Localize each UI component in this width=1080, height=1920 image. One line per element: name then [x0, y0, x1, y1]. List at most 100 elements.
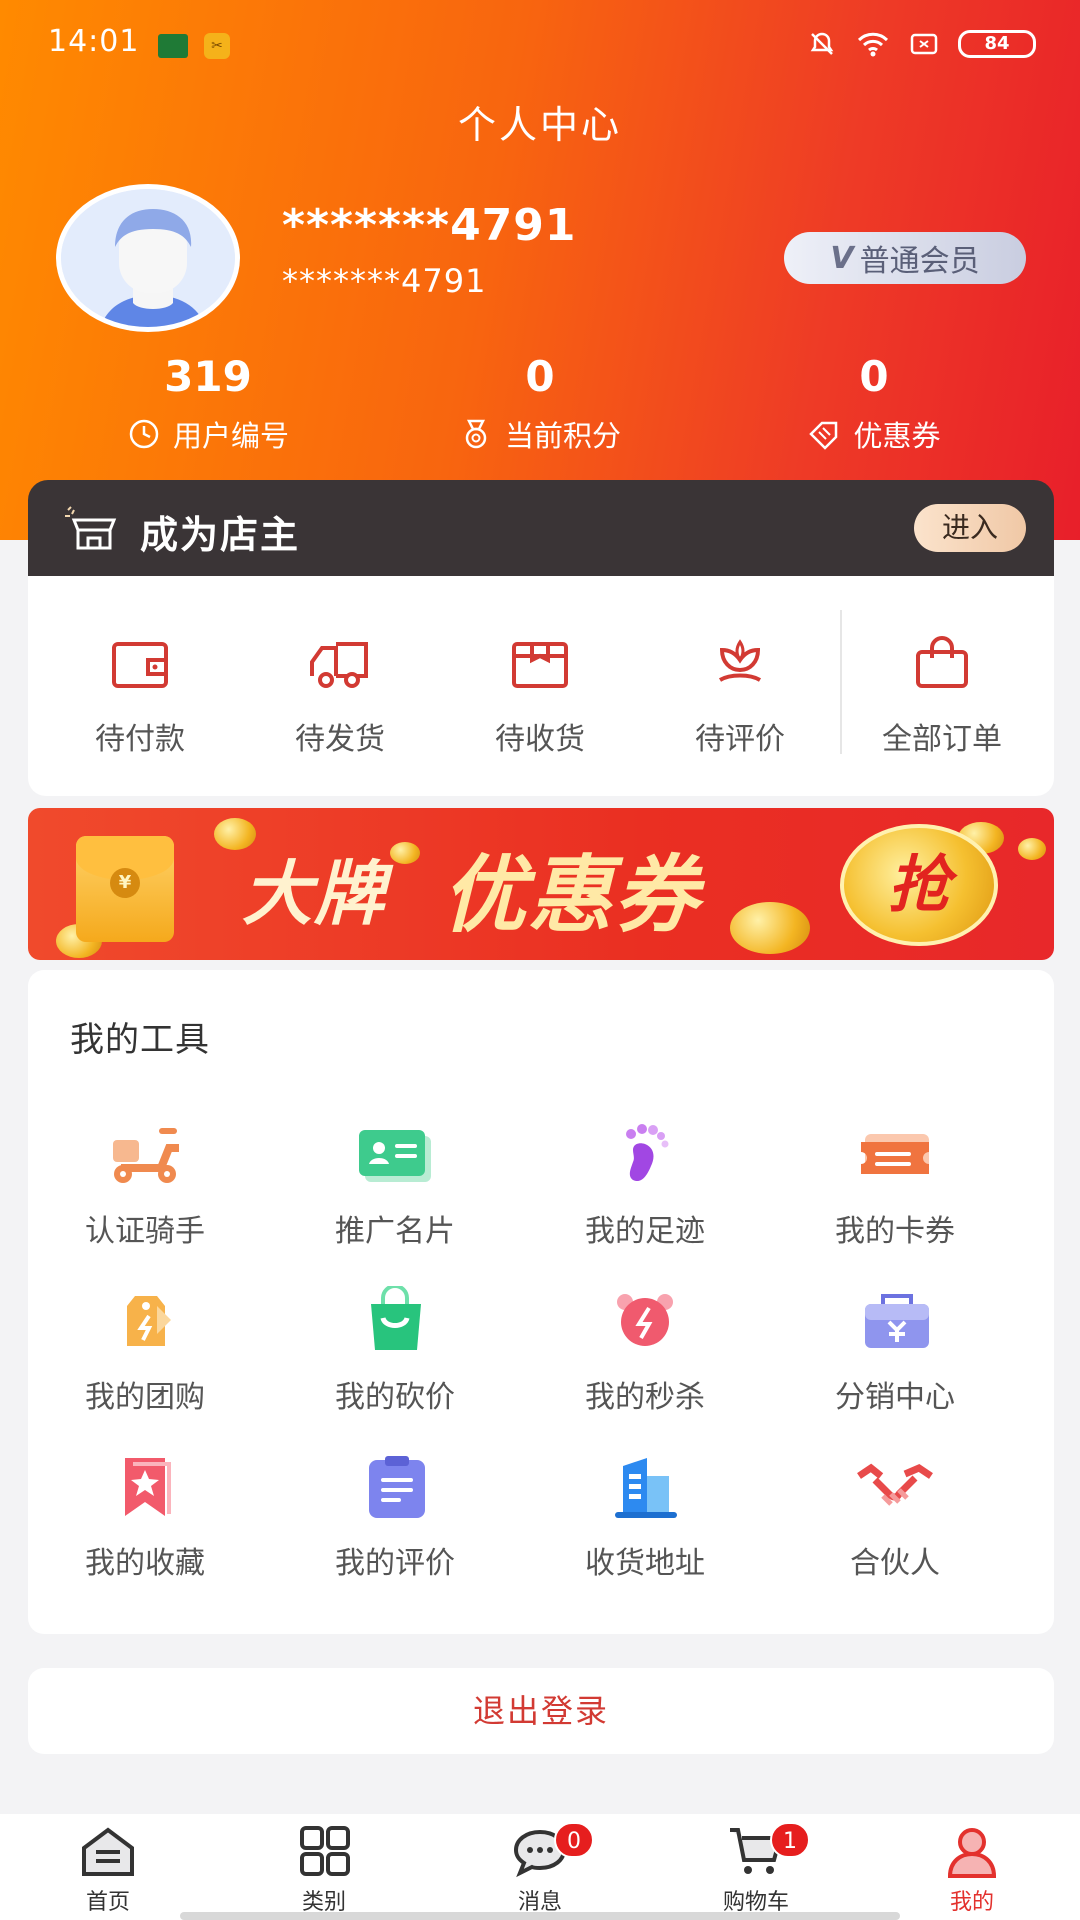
tool-distribution[interactable]: 分销中心: [780, 1286, 1010, 1416]
orders-panel: 待付款 待发货 待收货 待评价 全部订单: [28, 576, 1054, 796]
tool-footprint[interactable]: 我的足迹: [530, 1120, 760, 1250]
clipboard-icon: [369, 1456, 425, 1518]
order-pending-receipt[interactable]: 待收货: [440, 636, 640, 758]
order-all[interactable]: 全部订单: [842, 636, 1042, 758]
tool-flash-sale[interactable]: 我的秒杀: [530, 1286, 760, 1416]
bottom-tab-bar: 首页 类别 0 消息 1 购物车 我的: [0, 1814, 1080, 1920]
order-pending-payment[interactable]: 待付款: [40, 636, 240, 758]
tool-label: 我的卡券: [835, 1214, 955, 1249]
tab-label: 我的: [949, 1890, 994, 1915]
shop-icon: [65, 506, 117, 550]
id-card-icon: [359, 1130, 431, 1182]
red-envelope-icon: ¥: [76, 836, 174, 942]
stat-coupons[interactable]: 0 优惠券: [734, 352, 1014, 455]
flower-icon: [718, 639, 762, 682]
stat-label: 优惠券: [853, 419, 941, 453]
message-count-badge: 0: [554, 1822, 594, 1858]
home-icon: [82, 1827, 134, 1876]
cart-count-badge: 1: [770, 1822, 810, 1858]
user-phone: *******4791: [282, 262, 487, 300]
stat-user-id[interactable]: 319 用户编号: [68, 352, 348, 455]
order-label: 待收货: [495, 722, 585, 757]
tab-messages[interactable]: 0 消息: [460, 1822, 620, 1916]
tool-partner[interactable]: 合伙人: [780, 1452, 1010, 1582]
building-icon: [615, 1458, 677, 1518]
banner-text-brand: 大牌: [242, 853, 386, 935]
enter-shop-button[interactable]: 进入: [914, 504, 1026, 552]
username: *******4791: [282, 200, 577, 251]
order-label: 待发货: [295, 722, 385, 757]
my-tools-panel: 我的工具 认证骑手 推广名片 我的足迹 我的卡券 我的团购 我的砍价 我的秒杀 …: [28, 970, 1054, 1634]
battery-indicator: 84: [958, 30, 1036, 58]
tool-label: 我的秒杀: [585, 1380, 705, 1415]
page-title: 个人中心: [457, 103, 622, 147]
tool-label: 我的团购: [85, 1380, 205, 1415]
medal-icon: [465, 419, 487, 449]
stat-value: 0: [859, 352, 889, 401]
tool-my-reviews[interactable]: 我的评价: [280, 1452, 510, 1582]
order-label: 待付款: [95, 722, 185, 757]
coupon-banner[interactable]: ¥ 大牌 优惠券 抢: [28, 808, 1054, 960]
coupon-icon: [809, 421, 838, 450]
stat-points[interactable]: 0 当前积分: [400, 352, 680, 455]
tool-label: 认证骑手: [85, 1214, 205, 1249]
package-icon: [512, 642, 568, 688]
banner-text-coupon: 优惠券: [442, 846, 701, 944]
app-notification-icon: [158, 34, 188, 58]
grab-coupon-button[interactable]: 抢: [840, 824, 998, 946]
scooter-icon: [113, 1128, 179, 1183]
tool-group-buy[interactable]: 我的团购: [30, 1286, 260, 1416]
alarm-clock-icon: [617, 1294, 673, 1346]
grid-icon: [300, 1826, 350, 1876]
tool-certified-rider[interactable]: 认证骑手: [30, 1120, 260, 1250]
tool-label: 分销中心: [835, 1380, 955, 1415]
member-level-badge[interactable]: V 普通会员: [784, 232, 1026, 284]
coin-icon: [390, 842, 420, 864]
tab-label: 首页: [85, 1890, 130, 1915]
member-level-label: 普通会员: [859, 244, 980, 279]
stat-value: 0: [525, 352, 555, 401]
tool-label: 我的评价: [335, 1546, 455, 1581]
tool-shipping-address[interactable]: 收货地址: [530, 1452, 760, 1582]
mute-bell-icon: [810, 32, 834, 55]
tool-favorites[interactable]: 我的收藏: [30, 1452, 260, 1582]
ticket-icon: [861, 1134, 929, 1174]
status-time: 14:01: [48, 24, 140, 59]
tool-label: 推广名片: [335, 1214, 455, 1249]
shopping-bag-icon: [371, 1284, 421, 1350]
tool-bargain[interactable]: 我的砍价: [280, 1284, 510, 1416]
handshake-icon: [857, 1463, 933, 1506]
tab-mine[interactable]: 我的: [892, 1826, 1052, 1916]
status-bar: 14:01 ✂ 84: [0, 0, 1080, 92]
tools-title: 我的工具: [70, 1020, 210, 1060]
tab-category[interactable]: 类别: [244, 1826, 404, 1916]
stat-value: 319: [164, 352, 252, 401]
coin-icon: [1018, 838, 1046, 860]
become-shop-owner-bar[interactable]: 成为店主 进入: [28, 480, 1054, 580]
wallet-icon: [112, 642, 168, 688]
tool-label: 我的收藏: [85, 1546, 205, 1581]
shopping-bag-icon: [916, 636, 968, 688]
tool-label: 我的足迹: [585, 1214, 705, 1249]
clock-icon: [129, 419, 159, 449]
avatar[interactable]: [56, 184, 240, 332]
order-label: 待评价: [695, 722, 785, 757]
tool-label: 我的砍价: [335, 1380, 455, 1415]
stat-label: 当前积分: [504, 419, 621, 453]
stat-label: 用户编号: [172, 419, 289, 453]
tool-label: 合伙人: [850, 1546, 940, 1581]
order-pending-review[interactable]: 待评价: [640, 636, 840, 758]
vip-icon: V: [830, 240, 854, 276]
logout-button[interactable]: 退出登录: [28, 1668, 1054, 1754]
home-indicator: [180, 1912, 900, 1920]
tool-label: 收货地址: [585, 1546, 705, 1581]
bookmark-star-icon: [125, 1458, 171, 1516]
tool-promo-card[interactable]: 推广名片: [280, 1120, 510, 1250]
truck-icon: [310, 642, 368, 688]
tab-cart[interactable]: 1 购物车: [676, 1822, 836, 1916]
order-pending-shipment[interactable]: 待发货: [240, 636, 440, 758]
tool-my-cards[interactable]: 我的卡券: [780, 1120, 1010, 1250]
app-notification-icon-2: ✂: [204, 33, 230, 59]
shop-owner-title: 成为店主: [140, 513, 301, 557]
tab-home[interactable]: 首页: [28, 1826, 188, 1916]
